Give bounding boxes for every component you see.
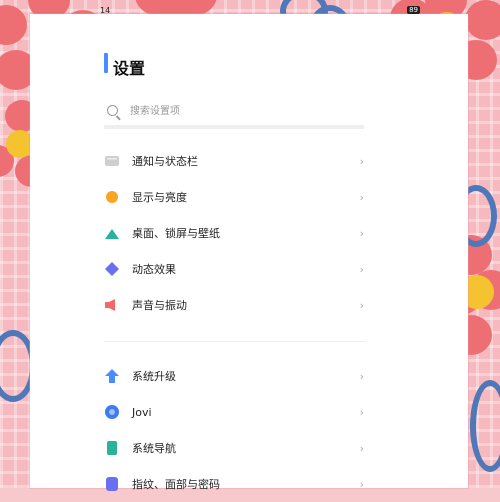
settings-item-label: 指纹、面部与密码 (132, 478, 220, 491)
page-title: 设置 (113, 59, 146, 78)
section-divider (104, 341, 366, 342)
chevron-right-icon: › (359, 369, 364, 383)
settings-item-label: 系统导航 (132, 442, 176, 455)
sound-icon (104, 297, 120, 313)
status-bar: 14 89 (0, 0, 500, 20)
wallpaper-icon (104, 225, 120, 241)
jovi-icon (104, 404, 120, 420)
chevron-right-icon: › (359, 262, 364, 276)
chevron-right-icon: › (359, 298, 364, 312)
chevron-right-icon: › (359, 190, 364, 204)
settings-item-animation[interactable]: 动态效果 › (104, 251, 366, 287)
search-icon (107, 105, 118, 116)
settings-item-navigation[interactable]: 系统导航 › (104, 430, 366, 466)
chevron-right-icon: › (359, 405, 364, 419)
settings-item-display[interactable]: 显示与亮度 › (104, 179, 366, 215)
upgrade-icon (104, 368, 120, 384)
settings-item-label: 通知与状态栏 (132, 155, 198, 168)
settings-item-fingerprint[interactable]: 指纹、面部与密码 › (104, 466, 366, 502)
settings-item-label: Jovi (132, 405, 152, 419)
settings-item-label: 系统升级 (132, 370, 176, 383)
settings-item-label: 桌面、锁屏与壁纸 (132, 227, 220, 240)
display-icon (104, 189, 120, 205)
settings-item-label: 动态效果 (132, 263, 176, 276)
settings-item-notifications[interactable]: 通知与状态栏 › (104, 143, 366, 179)
notification-icon (104, 153, 120, 169)
settings-item-sound[interactable]: 声音与振动 › (104, 287, 366, 323)
animation-icon (104, 261, 120, 277)
search-input[interactable] (128, 105, 332, 118)
settings-item-wallpaper[interactable]: 桌面、锁屏与壁纸 › (104, 215, 366, 251)
settings-item-label: 声音与振动 (132, 299, 187, 312)
chevron-right-icon: › (359, 441, 364, 455)
title-accent-bar (104, 53, 108, 73)
battery-indicator: 89 (407, 6, 420, 14)
settings-item-label: 显示与亮度 (132, 191, 187, 204)
status-time: 14 (100, 6, 111, 15)
navigation-icon (104, 440, 120, 456)
fingerprint-icon (104, 476, 120, 492)
chevron-right-icon: › (359, 154, 364, 168)
search-bar[interactable] (104, 101, 364, 129)
chevron-right-icon: › (359, 226, 364, 240)
chevron-right-icon: › (359, 477, 364, 491)
settings-item-jovi[interactable]: Jovi › (104, 394, 366, 430)
settings-item-upgrade[interactable]: 系统升级 › (104, 358, 366, 394)
